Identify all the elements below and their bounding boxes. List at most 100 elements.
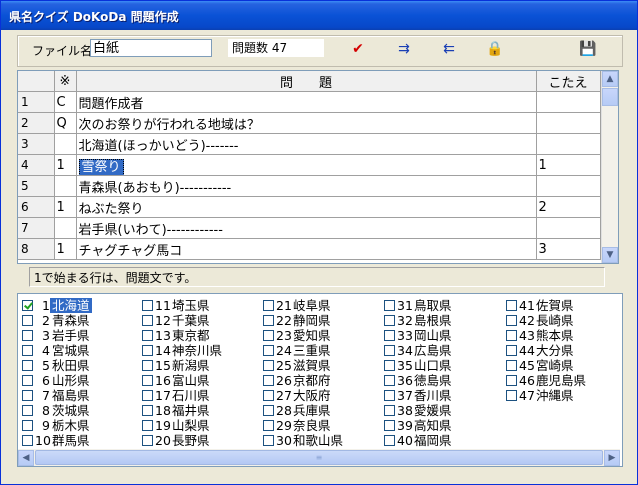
scroll-thumb[interactable] — [602, 88, 618, 106]
list-item[interactable]: 20 長野県 — [142, 433, 224, 448]
list-item[interactable]: 28 兵庫県 — [263, 403, 345, 418]
list-item[interactable]: 31 鳥取県 — [384, 298, 454, 313]
checkbox[interactable] — [22, 360, 33, 371]
list-item[interactable]: 37 香川県 — [384, 388, 454, 403]
checkbox[interactable] — [384, 360, 395, 371]
list-item[interactable]: 47 沖縄県 — [506, 388, 588, 403]
list-item[interactable]: 22 静岡県 — [263, 313, 345, 328]
list-item[interactable]: 17 石川県 — [142, 388, 224, 403]
list-item[interactable]: 6 山形県 — [22, 373, 92, 388]
grid-vertical-scrollbar[interactable]: ▲ ▼ — [601, 71, 618, 263]
checkbox[interactable] — [22, 300, 33, 311]
list-item[interactable]: 33 岡山県 — [384, 328, 454, 343]
checkbox[interactable] — [506, 360, 517, 371]
list-item[interactable]: 12 千葉県 — [142, 313, 224, 328]
header-question[interactable]: 問 題 — [76, 71, 537, 92]
list-item[interactable]: 27 大阪府 — [263, 388, 345, 403]
list-item[interactable]: 34 広島県 — [384, 343, 454, 358]
list-item[interactable]: 23 愛知県 — [263, 328, 345, 343]
delete-row-icon[interactable]: ⇇ — [439, 40, 459, 58]
list-item[interactable]: 14 神奈川県 — [142, 343, 224, 358]
row-mark[interactable]: Q — [54, 112, 77, 134]
checkbox[interactable] — [142, 420, 153, 431]
row-answer[interactable] — [536, 175, 601, 197]
checkbox[interactable] — [142, 300, 153, 311]
list-item[interactable]: 32 島根県 — [384, 313, 454, 328]
checkbox[interactable] — [22, 330, 33, 341]
checkbox[interactable] — [142, 330, 153, 341]
checkbox[interactable] — [384, 300, 395, 311]
checkbox[interactable] — [263, 435, 274, 446]
checkbox[interactable] — [384, 375, 395, 386]
scroll-left-icon[interactable]: ◀ — [18, 450, 34, 466]
table-row[interactable]: 7 岩手県(いわて)------------ — [18, 217, 601, 239]
table-row[interactable]: 6 1 ねぶた祭り 2 — [18, 196, 601, 218]
checkbox[interactable] — [263, 405, 274, 416]
row-mark[interactable] — [54, 133, 77, 155]
row-answer[interactable]: 2 — [536, 196, 601, 218]
row-question[interactable]: 北海道(ほっかいどう)------- — [76, 133, 537, 155]
insert-row-icon[interactable]: ⇉ — [394, 40, 414, 58]
row-mark[interactable] — [54, 175, 77, 197]
checkbox[interactable] — [22, 420, 33, 431]
scroll-thumb-horizontal[interactable]: ≡ — [35, 450, 603, 465]
row-answer[interactable] — [536, 91, 601, 113]
list-item[interactable]: 1 北海道 — [22, 298, 92, 313]
file-name-input[interactable]: 白紙 — [90, 39, 212, 57]
checkbox[interactable] — [263, 375, 274, 386]
checkbox[interactable] — [384, 420, 395, 431]
row-answer[interactable] — [536, 133, 601, 155]
checkbox[interactable] — [263, 300, 274, 311]
row-question[interactable]: チャグチャグ馬コ — [76, 238, 537, 260]
list-item[interactable]: 44 大分県 — [506, 343, 588, 358]
list-item[interactable]: 35 山口県 — [384, 358, 454, 373]
checkbox[interactable] — [22, 390, 33, 401]
list-item[interactable]: 21 岐阜県 — [263, 298, 345, 313]
checkbox[interactable] — [22, 315, 33, 326]
checkbox[interactable] — [142, 345, 153, 356]
title-bar[interactable]: 県名クイズ DoKoDa 問題作成 — [1, 1, 637, 30]
checkbox[interactable] — [142, 405, 153, 416]
scroll-down-icon[interactable]: ▼ — [602, 247, 618, 263]
list-item[interactable]: 4 宮城県 — [22, 343, 92, 358]
checkbox[interactable] — [384, 345, 395, 356]
checkbox[interactable] — [506, 345, 517, 356]
list-item[interactable]: 16 富山県 — [142, 373, 224, 388]
table-row[interactable]: 5 青森県(あおもり)----------- — [18, 175, 601, 197]
save-disk-icon[interactable]: 💾 — [578, 40, 598, 58]
row-question[interactable]: 青森県(あおもり)----------- — [76, 175, 537, 197]
check-icon[interactable]: ✔ — [348, 40, 368, 58]
row-mark[interactable]: C — [54, 91, 77, 113]
list-item[interactable]: 38 愛媛県 — [384, 403, 454, 418]
table-row[interactable]: 2 Q 次のお祭りが行われる地域は？ — [18, 112, 601, 134]
row-answer[interactable]: 3 — [536, 238, 601, 260]
row-answer[interactable] — [536, 112, 601, 134]
checkbox[interactable] — [263, 345, 274, 356]
list-item[interactable]: 9 栃木県 — [22, 418, 92, 433]
checkbox[interactable] — [142, 315, 153, 326]
list-item[interactable]: 25 滋賀県 — [263, 358, 345, 373]
row-question[interactable]: 雪祭り — [76, 154, 537, 176]
checkbox[interactable] — [506, 300, 517, 311]
checkbox[interactable] — [384, 315, 395, 326]
checkbox[interactable] — [142, 435, 153, 446]
list-item[interactable]: 43 熊本県 — [506, 328, 588, 343]
list-item[interactable]: 5 秋田県 — [22, 358, 92, 373]
checkbox[interactable] — [263, 315, 274, 326]
row-mark[interactable]: 1 — [54, 238, 77, 260]
checkbox[interactable] — [506, 315, 517, 326]
list-item[interactable]: 10 群馬県 — [22, 433, 92, 448]
list-item[interactable]: 36 徳島県 — [384, 373, 454, 388]
lock-icon[interactable]: 🔒 — [485, 40, 505, 58]
table-row[interactable]: 4 1 雪祭り 1 — [18, 154, 601, 176]
checkbox[interactable] — [506, 330, 517, 341]
table-row[interactable]: 8 1 チャグチャグ馬コ 3 — [18, 238, 601, 260]
question-grid[interactable]: ※ 問 題 こたえ 1 C 問題作成者 2 Q 次のお祭りが行われる地域は？ 3 北海道(ほっ… — [17, 70, 619, 264]
checklist-horizontal-scrollbar[interactable]: ◀ ≡ ▶ — [18, 449, 620, 466]
row-answer[interactable] — [536, 217, 601, 239]
prefecture-checklist[interactable]: 1 北海道 2 青森県 3 岩手県 4 宮城県 5 秋田県 6 山形県 7 福島県 8 茨城県 9 栃木県 10 群馬… — [17, 293, 623, 467]
checkbox[interactable] — [22, 345, 33, 356]
row-mark[interactable]: 1 — [54, 196, 77, 218]
checkbox[interactable] — [22, 435, 33, 446]
list-item[interactable]: 15 新潟県 — [142, 358, 224, 373]
